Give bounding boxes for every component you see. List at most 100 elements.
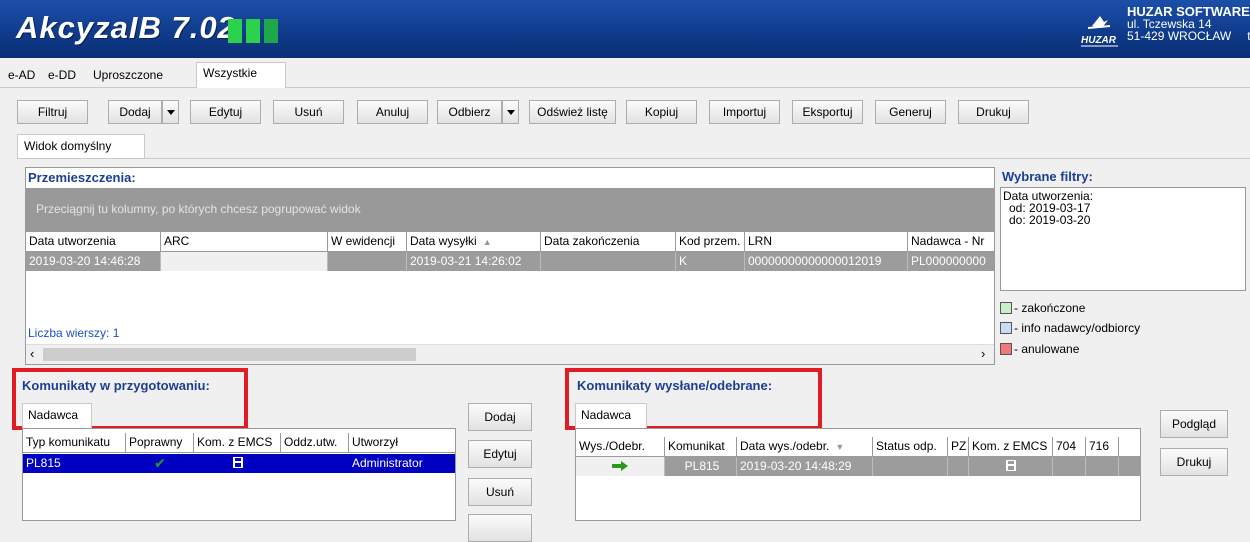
sort-asc-icon: ▲ bbox=[482, 237, 492, 247]
edit-button[interactable]: Edytuj bbox=[190, 100, 261, 124]
cell-716 bbox=[1086, 457, 1119, 476]
prep-title: Komunikaty w przygotowaniu: bbox=[22, 378, 210, 393]
huzar-logo-icon: HUZAR bbox=[1080, 12, 1120, 48]
col-data-utworzenia[interactable]: Data utworzenia bbox=[26, 232, 161, 252]
cell-w-ewidencji bbox=[328, 252, 407, 271]
tab-e-dd[interactable]: e-DD bbox=[42, 65, 82, 87]
movements-grid: Przemieszczenia: Przeciągnij tu kolumny,… bbox=[25, 167, 995, 365]
col-wys-odebr[interactable]: Wys./Odebr. bbox=[576, 437, 665, 457]
filters-panel: Wybrane filtry: Data utworzenia: od: 201… bbox=[1000, 167, 1248, 365]
cell-data-wys-odebr: 2019-03-20 14:48:29 bbox=[737, 457, 873, 476]
cancel-button[interactable]: Anuluj bbox=[357, 100, 428, 124]
svg-text:HUZAR: HUZAR bbox=[1081, 35, 1117, 46]
prep-edit-button[interactable]: Edytuj bbox=[468, 440, 532, 468]
cell-status-odp bbox=[873, 457, 948, 476]
col-nadawca-nr[interactable]: Nadawca - Nr bbox=[908, 232, 994, 252]
copy-button[interactable]: Kopiuj bbox=[626, 100, 697, 124]
prep-delete-button[interactable]: Usuń bbox=[468, 478, 532, 506]
cell-data-utworzenia: 2019-03-20 14:46:28 bbox=[26, 252, 161, 271]
logo-block-3 bbox=[264, 19, 278, 43]
sent-header-row: Wys./Odebr. Komunikat Data wys./odebr. ▼ … bbox=[576, 437, 1140, 457]
cell-kod-przem: K bbox=[676, 252, 745, 271]
arrow-right-icon bbox=[576, 457, 665, 476]
movements-title: Przemieszczenia: bbox=[28, 170, 136, 185]
save-disk-icon bbox=[969, 457, 1053, 476]
col-komunikat[interactable]: Komunikat bbox=[665, 437, 737, 457]
receive-dropdown-button[interactable] bbox=[502, 100, 519, 124]
legend-info: - info nadawcy/odbiorcy bbox=[1000, 320, 1140, 338]
col-oddz-utw[interactable]: Oddz.utw. bbox=[281, 433, 349, 453]
cell-data-zakonczenia bbox=[541, 252, 676, 271]
delete-button[interactable]: Usuń bbox=[273, 100, 344, 124]
col-arc[interactable]: ARC bbox=[161, 232, 328, 252]
logo-block-2 bbox=[246, 19, 260, 43]
col-kom-z-emcs[interactable]: Kom. z EMCS bbox=[969, 437, 1053, 457]
legend-cancelled-label: - anulowane bbox=[1014, 342, 1080, 356]
generate-button[interactable]: Generuj bbox=[875, 100, 946, 124]
col-kod-przem[interactable]: Kod przem. bbox=[676, 232, 745, 252]
legend-completed: - zakończone bbox=[1000, 300, 1085, 318]
col-poprawny[interactable]: Poprawny bbox=[126, 433, 194, 453]
refresh-list-button[interactable]: Odśwież listę bbox=[529, 100, 616, 124]
legend-swatch-blue bbox=[1000, 322, 1012, 334]
col-704[interactable]: 704 bbox=[1053, 437, 1086, 457]
sent-title: Komunikaty wysłane/odebrane: bbox=[577, 378, 773, 393]
col-w-ewidencji[interactable]: W ewidencji bbox=[328, 232, 407, 252]
col-data-wys-odebr-label: Data wys./odebr. bbox=[740, 439, 830, 453]
prep-add-button[interactable]: Dodaj bbox=[468, 403, 532, 431]
horizontal-scrollbar[interactable]: ‹ › bbox=[26, 344, 994, 364]
save-disk-icon bbox=[194, 454, 281, 473]
table-row[interactable]: 2019-03-20 14:46:28 2019-03-21 14:26:02 … bbox=[26, 252, 994, 271]
cell-typ-komunikatu: PL815 bbox=[26, 456, 61, 470]
import-button[interactable]: Importuj bbox=[709, 100, 780, 124]
sent-print-button[interactable]: Drukuj bbox=[1160, 448, 1228, 476]
cell-komunikat: PL815 bbox=[665, 457, 737, 476]
filter-line-to: do: 2019-03-20 bbox=[1009, 213, 1091, 227]
print-button[interactable]: Drukuj bbox=[958, 100, 1029, 124]
table-row[interactable]: PL815 ✔ Administrator bbox=[23, 454, 455, 473]
tab-wszystkie[interactable]: Wszystkie bbox=[196, 62, 286, 88]
filter-button[interactable]: Filtruj bbox=[17, 100, 88, 124]
prep-tab-nadawca[interactable]: Nadawca bbox=[22, 403, 92, 428]
col-kom-z-emcs[interactable]: Kom. z EMCS bbox=[194, 433, 281, 453]
col-data-wysylki[interactable]: Data wysyłki ▲ bbox=[407, 232, 541, 252]
add-button[interactable]: Dodaj bbox=[108, 100, 162, 124]
check-icon: ✔ bbox=[154, 455, 166, 471]
add-dropdown-button[interactable] bbox=[162, 100, 179, 124]
group-by-area[interactable]: Przeciągnij tu kolumny, po których chces… bbox=[26, 188, 994, 232]
col-lrn[interactable]: LRN bbox=[745, 232, 908, 252]
tab-e-ad[interactable]: e-AD bbox=[2, 65, 41, 87]
row-count: Liczba wierszy: 1 bbox=[28, 326, 120, 340]
table-row[interactable]: PL815 2019-03-20 14:48:29 bbox=[576, 457, 1140, 476]
sent-tab-nadawca[interactable]: Nadawca bbox=[575, 403, 647, 428]
col-pz[interactable]: PZ bbox=[948, 437, 969, 457]
col-typ-komunikatu[interactable]: Typ komunikatu bbox=[23, 433, 126, 453]
toolbar: Filtruj Dodaj Edytuj Usuń Anuluj Odbierz… bbox=[0, 88, 1250, 136]
sent-grid: Wys./Odebr. Komunikat Data wys./odebr. ▼ … bbox=[575, 428, 1141, 521]
filters-box: Data utworzenia: od: 2019-03-17 do: 2019… bbox=[1000, 187, 1246, 291]
legend-swatch-green bbox=[1000, 302, 1012, 314]
col-716[interactable]: 716 bbox=[1086, 437, 1119, 457]
col-data-zakonczenia[interactable]: Data zakończenia bbox=[541, 232, 676, 252]
tab-uproszczone[interactable]: Uproszczone bbox=[87, 65, 169, 87]
col-data-wys-odebr[interactable]: Data wys./odebr. ▼ bbox=[737, 437, 873, 457]
tab-default-view[interactable]: Widok domyślny bbox=[17, 134, 145, 159]
cell-nadawca-nr: PL000000000 bbox=[911, 254, 986, 268]
col-data-wysylki-label: Data wysyłki bbox=[410, 234, 477, 248]
cell-oddz-utw bbox=[281, 454, 349, 473]
col-utworzyl[interactable]: Utworzył bbox=[349, 433, 455, 453]
prep-more-button[interactable] bbox=[468, 514, 532, 542]
scrollbar-thumb[interactable] bbox=[43, 348, 416, 361]
receive-button[interactable]: Odbierz bbox=[437, 100, 502, 124]
legend-completed-label: - zakończone bbox=[1014, 301, 1086, 315]
cell-pz bbox=[948, 457, 969, 476]
scroll-left-icon[interactable]: ‹ bbox=[30, 346, 34, 361]
col-status-odp[interactable]: Status odp. bbox=[873, 437, 948, 457]
export-button[interactable]: Eksportuj bbox=[792, 100, 863, 124]
company-city: 51-429 WROCŁAW bbox=[1127, 29, 1232, 43]
preview-button[interactable]: Podgląd bbox=[1160, 410, 1228, 438]
app-header: AkcyzaIB 7.02 HUZAR HUZAR SOFTWARE ul. T… bbox=[0, 0, 1250, 58]
cell-704 bbox=[1053, 457, 1086, 476]
legend-swatch-red bbox=[1000, 343, 1012, 355]
scroll-right-icon[interactable]: › bbox=[981, 346, 985, 361]
